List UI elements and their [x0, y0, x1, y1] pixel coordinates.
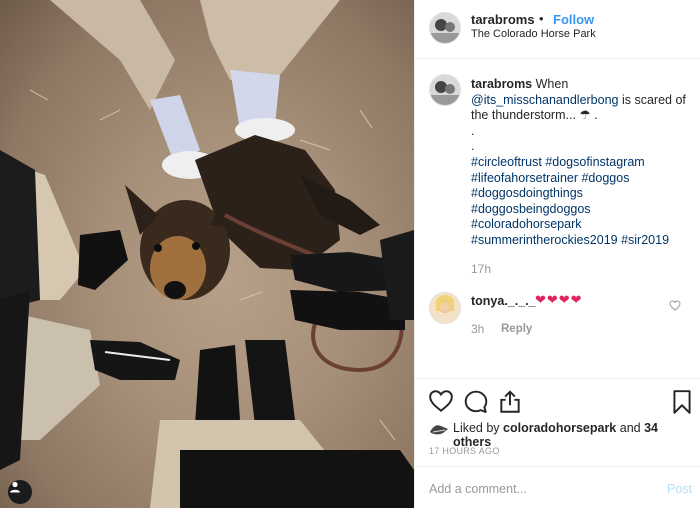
- post-details-panel: tarabroms • Follow The Colorado Horse Pa…: [414, 0, 700, 508]
- likes-prefix: Liked by: [453, 421, 504, 435]
- likes-middle: and: [616, 421, 645, 435]
- comment-icon[interactable]: [463, 389, 489, 415]
- likes-summary[interactable]: Liked by coloradohorsepark and 34 others: [429, 420, 699, 449]
- comment-composer: Post: [415, 466, 700, 509]
- liker-avatar-icon: [429, 420, 449, 438]
- caption-hashtags[interactable]: #doggosdoingthings: [471, 186, 691, 202]
- likes-text: Liked by coloradohorsepark and 34 others: [453, 421, 699, 449]
- photo-illustration: [0, 0, 414, 508]
- caption-hashtags[interactable]: #summerintherockies2019 #sir2019: [471, 233, 691, 249]
- caption-hashtags[interactable]: #doggosbeingdoggos: [471, 202, 691, 218]
- bookmark-icon[interactable]: [671, 389, 697, 415]
- user-tag-icon[interactable]: [8, 480, 32, 504]
- follow-separator: •: [539, 11, 544, 26]
- caption-hashtags[interactable]: #circleoftrust #dogsofinstagram: [471, 155, 691, 171]
- post-actions: [415, 378, 700, 419]
- caption-dot-line: .: [471, 139, 475, 154]
- caption-hashtags[interactable]: #coloradohorsepark: [471, 217, 691, 233]
- author-username[interactable]: tarabroms: [471, 12, 535, 27]
- comment-input[interactable]: [429, 479, 639, 499]
- caption-dot-line: .: [471, 123, 475, 138]
- heart-icon[interactable]: [428, 389, 454, 415]
- comment-text: ❤❤❤❤: [535, 292, 583, 307]
- post-header: tarabroms • Follow The Colorado Horse Pa…: [415, 0, 700, 59]
- share-icon[interactable]: [497, 389, 523, 415]
- post-caption: tarabroms When @its_misschanandlerbong i…: [471, 77, 691, 249]
- caption-username[interactable]: tarabroms: [471, 77, 532, 91]
- caption-timestamp: 17h: [471, 262, 492, 276]
- post-photo[interactable]: [0, 0, 414, 508]
- caption-mention[interactable]: @its_misschanandlerbong: [471, 93, 619, 107]
- follow-button[interactable]: Follow: [553, 12, 594, 27]
- post-location[interactable]: The Colorado Horse Park: [471, 28, 596, 40]
- comment-like-heart-icon[interactable]: [669, 300, 681, 314]
- post-timestamp[interactable]: 17 HOURS AGO: [429, 446, 500, 456]
- caption-avatar[interactable]: [429, 74, 461, 106]
- caption-hashtags[interactable]: #lifeofahorsetrainer #doggos: [471, 171, 691, 187]
- comment-timestamp: 3h: [471, 322, 485, 336]
- commenter-avatar[interactable]: [429, 292, 461, 324]
- author-avatar[interactable]: [429, 12, 461, 44]
- comment-reply-button[interactable]: Reply: [501, 323, 532, 335]
- post-comment-button[interactable]: Post: [667, 482, 692, 496]
- commenter-username[interactable]: tonya._._._: [471, 294, 536, 308]
- caption-text-before: When: [532, 77, 569, 91]
- likes-user[interactable]: coloradohorsepark: [503, 421, 616, 435]
